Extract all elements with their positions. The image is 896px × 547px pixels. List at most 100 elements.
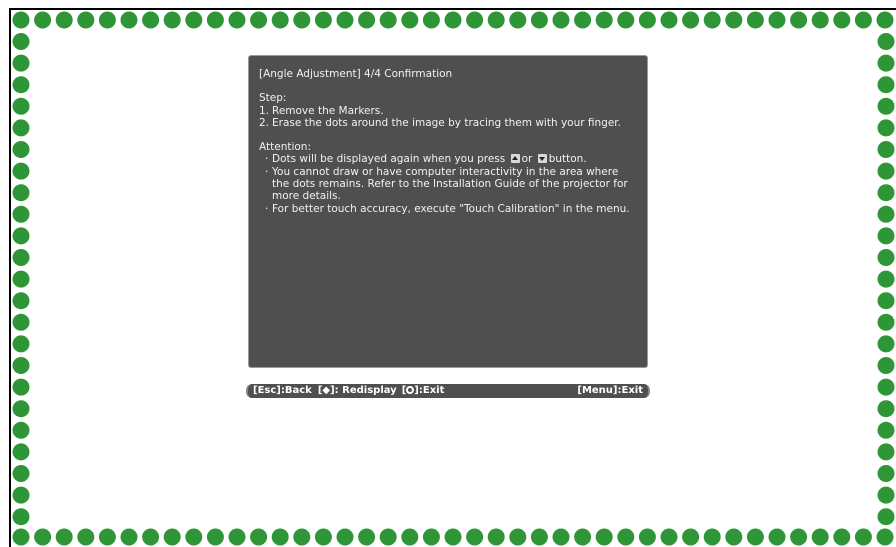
redisplay-key-label[interactable]: [◆] [318,384,335,398]
calibration-dot[interactable] [877,465,895,482]
calibration-dot[interactable] [293,11,311,29]
calibration-dot[interactable] [877,292,895,310]
calibration-dot[interactable] [877,270,895,288]
calibration-dot[interactable] [877,421,895,439]
calibration-dot[interactable] [574,11,592,29]
calibration-dot[interactable] [163,528,181,546]
calibration-dot[interactable] [422,528,440,546]
calibration-dot[interactable] [638,11,656,29]
calibration-dot[interactable] [877,76,895,94]
calibration-dot[interactable] [12,141,30,158]
calibration-dot[interactable] [336,11,354,29]
calibration-dot[interactable] [12,270,30,288]
calibration-dot[interactable] [271,528,289,546]
calibration-dot[interactable] [250,528,268,546]
calibration-dot[interactable] [703,11,721,29]
calibration-dot[interactable] [876,528,894,546]
calibration-dot[interactable] [833,11,851,29]
calibration-dot[interactable] [12,205,30,223]
calibration-dot[interactable] [876,11,894,29]
calibration-dot[interactable] [12,184,30,202]
calibration-dot[interactable] [877,335,895,353]
calibration-dot[interactable] [12,292,30,310]
calibration-dot[interactable] [163,11,181,29]
calibration-dot[interactable] [790,11,808,29]
calibration-dot[interactable] [401,11,419,29]
calibration-dot[interactable] [12,76,30,94]
calibration-dot[interactable] [12,54,30,72]
calibration-dot[interactable] [552,11,570,29]
calibration-dot[interactable] [185,528,203,546]
calibration-dot[interactable] [34,11,52,29]
calibration-dot[interactable] [401,528,419,546]
calibration-dot[interactable] [12,378,30,396]
calibration-dot[interactable] [444,11,462,29]
calibration-dot[interactable] [422,11,440,29]
calibration-dot[interactable] [12,528,30,546]
calibration-dot[interactable] [509,11,527,29]
calibration-dot[interactable] [379,528,397,546]
calibration-dot[interactable] [877,443,895,461]
calibration-dot[interactable] [444,528,462,546]
calibration-dot[interactable] [314,11,332,29]
calibration-dot[interactable] [877,486,895,504]
calibration-dot[interactable] [530,11,548,29]
calibration-dot[interactable] [574,528,592,546]
calibration-dot[interactable] [530,528,548,546]
calibration-dot[interactable] [185,11,203,29]
calibration-dot[interactable] [617,11,635,29]
calibration-dot[interactable] [595,528,613,546]
enter-key-label[interactable]: [] [402,384,419,398]
calibration-dot[interactable] [142,11,160,29]
calibration-dot[interactable] [660,11,678,29]
calibration-dot[interactable] [206,11,224,29]
calibration-dot[interactable] [55,11,73,29]
calibration-dot[interactable] [314,528,332,546]
calibration-dot[interactable] [768,11,786,29]
calibration-dot[interactable] [12,508,30,526]
calibration-dot[interactable] [12,33,30,50]
menu-key-label[interactable]: [Menu] [577,384,617,398]
calibration-dot[interactable] [293,528,311,546]
calibration-dot[interactable] [12,421,30,439]
calibration-dot[interactable] [12,11,30,29]
calibration-dot[interactable] [34,528,52,546]
calibration-dot[interactable] [790,528,808,546]
calibration-dot[interactable] [877,400,895,418]
calibration-dot[interactable] [12,249,30,266]
calibration-dot[interactable] [12,335,30,353]
calibration-dot[interactable] [877,119,895,137]
calibration-dot[interactable] [552,528,570,546]
calibration-dot[interactable] [12,400,30,418]
calibration-dot[interactable] [877,508,895,526]
calibration-dot[interactable] [250,11,268,29]
calibration-dot[interactable] [12,486,30,504]
calibration-dot[interactable] [638,528,656,546]
calibration-dot[interactable] [77,11,95,29]
calibration-dot[interactable] [617,528,635,546]
calibration-dot[interactable] [98,11,116,29]
calibration-dot[interactable] [12,357,30,374]
calibration-dot[interactable] [811,11,829,29]
calibration-dot[interactable] [358,528,376,546]
calibration-dot[interactable] [271,11,289,29]
calibration-dot[interactable] [877,162,895,180]
calibration-dot[interactable] [12,443,30,461]
calibration-dot[interactable] [660,528,678,546]
calibration-dot[interactable] [466,528,484,546]
calibration-dot[interactable] [768,528,786,546]
esc-key-label[interactable]: [Esc] [253,384,281,398]
calibration-dot[interactable] [228,528,246,546]
calibration-dot[interactable] [725,11,743,29]
calibration-dot[interactable] [77,528,95,546]
calibration-dot[interactable] [487,528,505,546]
calibration-dot[interactable] [877,227,895,245]
calibration-dot[interactable] [877,357,895,374]
calibration-dot[interactable] [12,227,30,245]
calibration-dot[interactable] [877,313,895,331]
calibration-dot[interactable] [120,528,138,546]
calibration-dot[interactable] [877,141,895,158]
calibration-dot[interactable] [206,528,224,546]
calibration-dot[interactable] [682,11,700,29]
calibration-dot[interactable] [877,249,895,266]
